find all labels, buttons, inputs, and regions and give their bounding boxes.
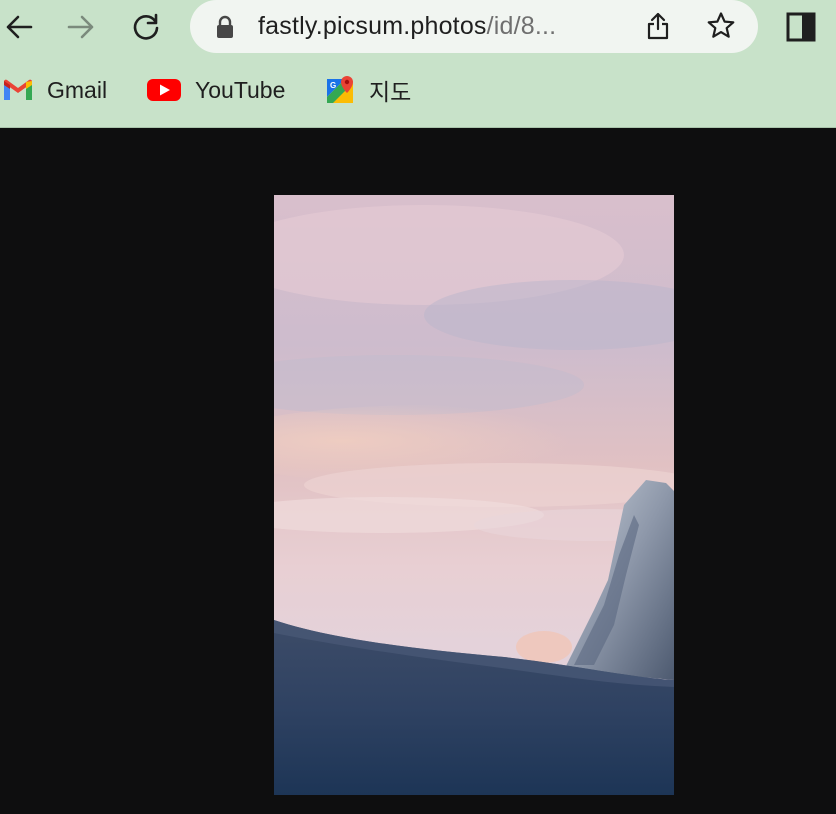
bookmark-maps[interactable]: G 지도 (325, 68, 411, 112)
arrow-right-icon (67, 15, 94, 39)
reload-button[interactable] (127, 8, 165, 46)
back-button[interactable] (0, 8, 38, 46)
youtube-icon (147, 79, 181, 101)
forward-button[interactable] (62, 8, 100, 46)
address-bar[interactable]: fastly.picsum.photos/id/8... (190, 0, 758, 53)
bookmark-youtube[interactable]: YouTube (147, 68, 285, 112)
share-icon[interactable] (646, 12, 670, 40)
url-path: /id/8... (486, 12, 557, 40)
bookmark-label: 지도 (369, 79, 412, 105)
bookmark-label: YouTube (195, 76, 286, 103)
browser-chrome: fastly.picsum.photos/id/8... Gmail YouTu… (0, 0, 836, 128)
bookmarks-bar: Gmail YouTube G 지도 (0, 68, 836, 112)
browser-toolbar: fastly.picsum.photos/id/8... (0, 0, 836, 54)
gmail-icon (4, 79, 32, 100)
url-text[interactable]: fastly.picsum.photos/id/8... (258, 12, 618, 41)
svg-text:G: G (330, 81, 336, 90)
mountain-photo-graphic (274, 195, 674, 795)
google-maps-icon: G (327, 76, 353, 103)
lock-icon[interactable] (216, 15, 234, 39)
bookmark-gmail[interactable]: Gmail (3, 68, 107, 112)
bookmark-label: Gmail (47, 76, 108, 103)
reload-icon (133, 13, 159, 40)
star-icon[interactable] (706, 11, 736, 41)
arrow-left-icon (6, 15, 33, 39)
side-panel-icon[interactable] (786, 12, 816, 42)
mountain-photo[interactable] (274, 195, 674, 795)
url-host: fastly.picsum.photos (258, 12, 487, 40)
page-viewport (0, 128, 836, 814)
